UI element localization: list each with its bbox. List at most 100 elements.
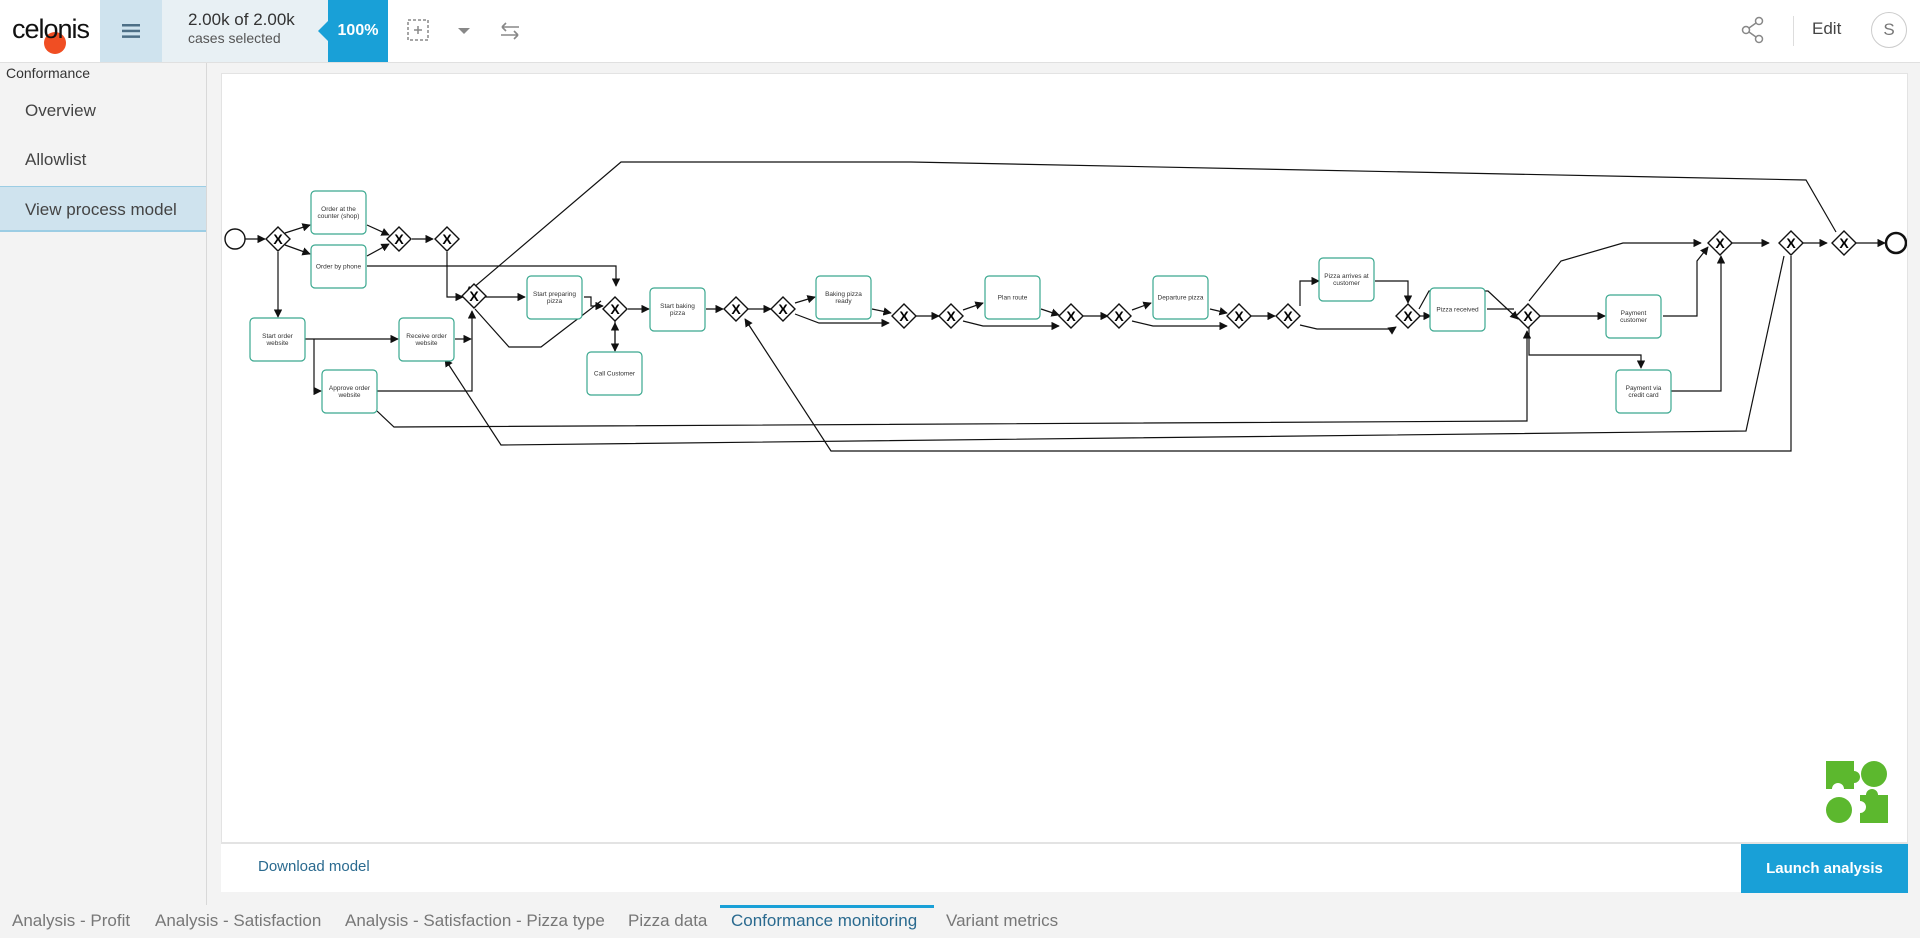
xor-gateway[interactable]: X	[386, 226, 412, 252]
activity-label: Start preparing	[533, 291, 576, 298]
download-model-link[interactable]: Download model	[258, 858, 370, 875]
activity-pizza-received[interactable]: Pizza received	[1429, 287, 1486, 332]
sidebar-section-title: Conformance	[6, 65, 91, 81]
tab-pizza-data[interactable]: Pizza data	[628, 911, 707, 931]
gateway-symbol: X	[1715, 235, 1725, 251]
xor-gateway[interactable]: X	[1515, 303, 1541, 329]
selection-percentage: 100%	[318, 0, 388, 62]
xor-gateway[interactable]: X	[891, 303, 917, 329]
activity-call-customer[interactable]: Call Customer	[586, 351, 643, 396]
tab-variant-metrics[interactable]: Variant metrics	[946, 911, 1058, 931]
activity-label: Approve order	[329, 385, 371, 392]
cases-caption: cases selected	[188, 30, 281, 46]
activity-plan-route[interactable]: Plan route	[984, 275, 1041, 320]
gateway-symbol: X	[394, 231, 404, 247]
swap-arrows-icon	[501, 22, 519, 40]
sidebar-item-view-process-model[interactable]: View process model	[0, 186, 206, 232]
avatar[interactable]: S	[1871, 12, 1907, 48]
activity-payment-customer[interactable]: Paymentcustomer	[1605, 294, 1662, 339]
active-tab-indicator	[720, 905, 934, 908]
gateway-symbol: X	[1403, 308, 1413, 324]
celonis-logo[interactable]: celonis	[12, 14, 90, 54]
xor-gateway[interactable]: X	[1778, 230, 1804, 256]
activity-label: credit card	[1628, 392, 1659, 399]
xor-gateway[interactable]: X	[434, 226, 460, 252]
xor-gateway[interactable]: X	[461, 283, 487, 309]
activity-payment-credit[interactable]: Payment viacredit card	[1615, 369, 1672, 414]
activity-start-order-website[interactable]: Start orderwebsite	[249, 317, 306, 362]
activity-label: Start baking	[660, 303, 695, 310]
cases-selected[interactable]: 2.00k of 2.00k cases selected	[162, 0, 328, 62]
gateway-symbol: X	[1066, 308, 1076, 324]
activity-label: Departure pizza	[1158, 295, 1204, 302]
sidebar-item-allowlist[interactable]: Allowlist	[0, 137, 206, 183]
start-event[interactable]	[224, 228, 246, 250]
activity-label: Baking pizza	[825, 291, 862, 298]
share-button[interactable]	[1740, 16, 1766, 49]
logo-text: celonis	[12, 14, 90, 44]
activity-receive-order-website[interactable]: Receive orderwebsite	[398, 317, 455, 362]
gateway-symbol: X	[1234, 308, 1244, 324]
activity-label: Payment	[1621, 310, 1647, 317]
menu-button[interactable]	[100, 0, 162, 62]
sheet-tabs: Analysis - Profit Analysis - Satisfactio…	[0, 905, 1920, 938]
activity-label: website	[414, 340, 437, 347]
activity-pizza-arrives[interactable]: Pizza arrives atcustomer	[1318, 257, 1375, 302]
activity-label: customer	[1620, 317, 1648, 324]
topbar-divider	[1793, 16, 1794, 46]
gateway-symbol: X	[1839, 235, 1849, 251]
gateway-symbol: X	[442, 231, 452, 247]
activity-baking-ready[interactable]: Baking pizzaready	[815, 275, 872, 320]
end-event[interactable]	[1884, 231, 1907, 255]
sidebar-item-overview[interactable]: Overview	[0, 88, 206, 134]
activity-label: ready	[835, 298, 852, 305]
top-bar: celonis 2.00k of 2.00k cases selected 10…	[0, 0, 1920, 63]
selection-add-button[interactable]	[406, 16, 432, 46]
xor-gateway[interactable]: X	[1106, 303, 1132, 329]
tab-analysis-satisfaction[interactable]: Analysis - Satisfaction	[155, 911, 321, 931]
activity-start-preparing[interactable]: Start preparingpizza	[526, 275, 583, 320]
activity-label: Plan route	[998, 295, 1028, 302]
tab-analysis-profit[interactable]: Analysis - Profit	[12, 911, 130, 931]
activities: Order at thecounter (shop) Order by phone…	[249, 190, 1672, 414]
gateway-symbol: X	[731, 301, 741, 317]
edit-button[interactable]: Edit	[1812, 19, 1841, 39]
activity-order-counter[interactable]: Order at thecounter (shop)	[310, 190, 367, 235]
xor-gateway[interactable]: X	[938, 303, 964, 329]
tab-analysis-satisfaction-pizza-type[interactable]: Analysis - Satisfaction - Pizza type	[345, 911, 605, 931]
share-icon	[1741, 16, 1764, 44]
gateway-symbol: X	[1114, 308, 1124, 324]
xor-gateway[interactable]: X	[1226, 303, 1252, 329]
activity-label: customer	[1333, 280, 1361, 287]
xor-gateway[interactable]: X	[1831, 230, 1857, 256]
activity-label: Order at the	[321, 206, 356, 213]
activity-approve-order-website[interactable]: Approve orderwebsite	[321, 369, 378, 414]
swap-button[interactable]	[498, 16, 522, 46]
activity-label: website	[337, 392, 360, 399]
activity-label: Receive order	[406, 333, 447, 340]
xor-gateway[interactable]: X	[1395, 303, 1421, 329]
activity-order-phone[interactable]: Order by phone	[310, 244, 367, 289]
launch-analysis-button[interactable]: Launch analysis	[1741, 844, 1908, 893]
xor-gateway[interactable]: X	[723, 296, 749, 322]
xor-gateway[interactable]: X	[602, 296, 628, 322]
xor-gateway[interactable]: X	[1707, 230, 1733, 256]
gateway-symbol: X	[1283, 308, 1293, 324]
gateway-symbol: X	[899, 308, 909, 324]
process-model-canvas[interactable]: X X X X X X X X X X X X X X X X X X Order at the counter (…	[221, 73, 1908, 843]
selection-dropdown[interactable]	[457, 16, 471, 46]
puzzle-icon[interactable]	[1824, 759, 1890, 825]
activity-departure[interactable]: Departure pizza	[1152, 275, 1209, 320]
xor-gateway[interactable]: X	[770, 296, 796, 322]
xor-gateway[interactable]: X	[1275, 303, 1301, 329]
chevron-down-icon	[458, 28, 470, 34]
gateway-symbol: X	[1523, 308, 1533, 324]
bpmn-diagram[interactable]: X X X X X X X X X X X X X X X X X X Order at thecounter (…	[222, 74, 1907, 842]
activity-start-baking[interactable]: Start bakingpizza	[649, 287, 706, 332]
gateway-symbol: X	[778, 301, 788, 317]
xor-gateway[interactable]: X	[1058, 303, 1084, 329]
activity-label: website	[265, 340, 288, 347]
sidebar: Conformance Overview Allowlist View proc…	[0, 63, 207, 905]
tab-conformance-monitoring[interactable]: Conformance monitoring	[731, 911, 917, 931]
xor-gateway[interactable]: X	[265, 226, 291, 252]
